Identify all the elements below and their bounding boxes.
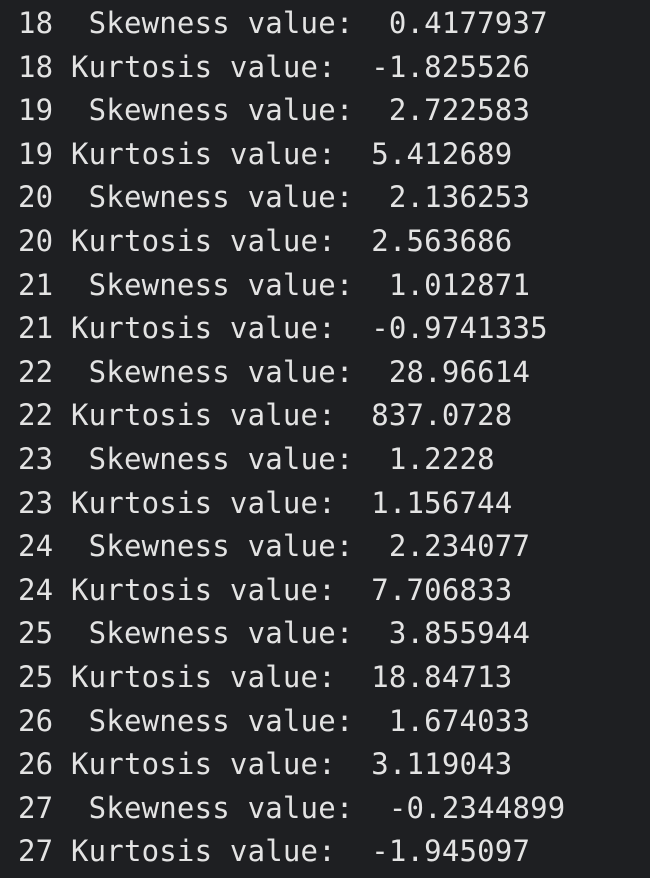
console-line: 25 Kurtosis value: 18.84713 xyxy=(18,659,513,694)
console-line: 22 Kurtosis value: 837.0728 xyxy=(18,398,513,433)
console-line: 25 Skewness value: 3.855944 xyxy=(18,616,531,651)
console-line: 24 Skewness value: 2.234077 xyxy=(18,529,531,564)
console-output: 18 Skewness value: 0.4177937 18 Kurtosis… xyxy=(0,0,650,878)
console-line: 26 Skewness value: 1.674033 xyxy=(18,703,531,738)
console-line: 27 Skewness value: -0.2344899 xyxy=(18,790,566,825)
console-line: 24 Kurtosis value: 7.706833 xyxy=(18,572,513,607)
console-line: 27 Kurtosis value: -1.945097 xyxy=(18,834,531,869)
console-line: 20 Kurtosis value: 2.563686 xyxy=(18,223,513,258)
console-line: 21 Kurtosis value: -0.9741335 xyxy=(18,311,548,346)
console-line: 19 Kurtosis value: 5.412689 xyxy=(18,136,513,171)
console-line: 19 Skewness value: 2.722583 xyxy=(18,93,531,128)
console-line: 20 Skewness value: 2.136253 xyxy=(18,180,531,215)
console-line: 23 Kurtosis value: 1.156744 xyxy=(18,485,513,520)
console-line: 26 Kurtosis value: 3.119043 xyxy=(18,747,513,782)
console-line: 22 Skewness value: 28.96614 xyxy=(18,354,531,389)
console-line: 18 Kurtosis value: -1.825526 xyxy=(18,49,531,84)
console-line: 21 Skewness value: 1.012871 xyxy=(18,267,531,302)
console-line: 18 Skewness value: 0.4177937 xyxy=(18,6,548,40)
console-line: 23 Skewness value: 1.2228 xyxy=(18,441,495,476)
